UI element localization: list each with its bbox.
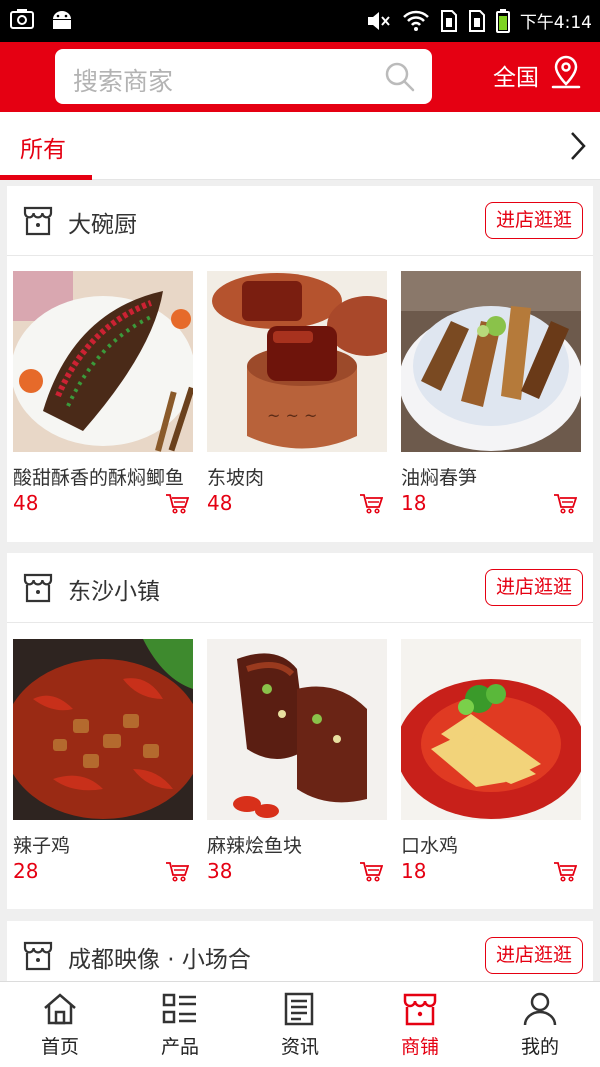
cart-icon[interactable]: [165, 861, 189, 883]
product-price: 48: [207, 491, 233, 515]
nav-products[interactable]: 产品: [120, 982, 240, 1067]
status-bar: 下午4:14: [0, 0, 600, 42]
shop-card: 东沙小镇 进店逛逛 辣子鸡 28 麻辣烩鱼块 38 口水鸡 18: [7, 553, 593, 909]
cart-icon[interactable]: [553, 493, 577, 515]
product-name: 油焖春笋: [401, 467, 478, 489]
visit-shop-button[interactable]: 进店逛逛: [485, 569, 583, 606]
bottom-nav: 首页 产品 资讯 商铺 我的: [0, 981, 600, 1067]
product-name: 麻辣烩鱼块: [207, 835, 303, 857]
nav-label: 商铺: [400, 1036, 439, 1058]
product-image[interactable]: [13, 639, 193, 820]
shop-name: 东沙小镇: [68, 579, 160, 605]
nav-label: 产品: [160, 1036, 199, 1058]
product-name: 酸甜酥香的酥焖鲫鱼: [13, 467, 185, 489]
search-icon[interactable]: [384, 61, 416, 93]
camera-icon: [10, 9, 34, 29]
product-name: 口水鸡: [401, 835, 459, 857]
shop-name: 成都映像 · 小场合: [68, 947, 251, 973]
shop-header: 大碗厨 进店逛逛: [7, 186, 593, 256]
mute-icon: [367, 11, 390, 30]
product-price: 28: [13, 859, 39, 883]
nav-mine[interactable]: 我的: [480, 982, 600, 1067]
home-icon: [44, 993, 76, 1025]
nav-label: 资讯: [280, 1036, 319, 1058]
tab-indicator: [0, 175, 92, 180]
wifi-icon: [402, 10, 429, 31]
tab-label: 所有: [20, 137, 66, 163]
visit-shop-button[interactable]: 进店逛逛: [485, 937, 583, 974]
product-price: 48: [13, 491, 39, 515]
product-price: 18: [401, 491, 427, 515]
sim-icon: [468, 9, 485, 32]
news-icon: [284, 992, 314, 1026]
nav-label: 我的: [520, 1036, 559, 1058]
svg-text:~ ~ ~: ~ ~ ~: [267, 406, 317, 425]
android-icon: [53, 11, 71, 29]
battery-icon: [495, 8, 510, 33]
shop-header: 东沙小镇 进店逛逛: [7, 553, 593, 623]
cart-icon[interactable]: [359, 493, 383, 515]
search-input[interactable]: 搜索商家: [55, 49, 432, 104]
product-image[interactable]: [207, 639, 387, 820]
product-image[interactable]: ~ ~ ~: [207, 271, 387, 452]
category-tabs: 所有: [0, 112, 600, 180]
chevron-right-icon[interactable]: [568, 130, 588, 162]
nav-stores[interactable]: 商铺: [360, 982, 480, 1067]
nav-label: 首页: [40, 1036, 79, 1058]
visit-shop-button[interactable]: 进店逛逛: [485, 202, 583, 239]
store-icon: [23, 206, 53, 236]
product-image[interactable]: [13, 271, 193, 452]
tab-all[interactable]: 所有: [0, 112, 92, 180]
product-price: 38: [207, 859, 233, 883]
product-name: 辣子鸡: [13, 835, 71, 857]
store-icon: [23, 941, 53, 971]
cart-icon[interactable]: [165, 493, 189, 515]
search-placeholder: 搜索商家: [73, 67, 174, 96]
clock: 下午4:14: [519, 13, 592, 33]
list-icon: [162, 993, 196, 1024]
product-price: 18: [401, 859, 427, 883]
shop-name: 大碗厨: [68, 212, 137, 238]
nav-home[interactable]: 首页: [0, 982, 120, 1067]
shop-card: 成都映像 · 小场合 进店逛逛: [7, 921, 593, 981]
sim-icon: [440, 9, 457, 32]
product-name: 东坡肉: [207, 467, 265, 489]
product-image[interactable]: [401, 271, 581, 452]
store-icon: [23, 573, 53, 603]
app-header: 搜索商家 全国: [0, 42, 600, 112]
product-image[interactable]: [401, 639, 581, 820]
location-icon[interactable]: [550, 54, 582, 90]
shop-header: 成都映像 · 小场合 进店逛逛: [7, 921, 593, 981]
cart-icon[interactable]: [553, 861, 577, 883]
cart-icon[interactable]: [359, 861, 383, 883]
shop-card: 大碗厨 进店逛逛 酸甜酥香的酥焖鲫鱼 48 ~ ~ ~ 东坡肉 48 油焖春笋 …: [7, 186, 593, 542]
nav-news[interactable]: 资讯: [240, 982, 360, 1067]
user-icon: [523, 992, 557, 1026]
region-selector[interactable]: 全国: [493, 58, 539, 92]
store-icon: [403, 993, 437, 1026]
